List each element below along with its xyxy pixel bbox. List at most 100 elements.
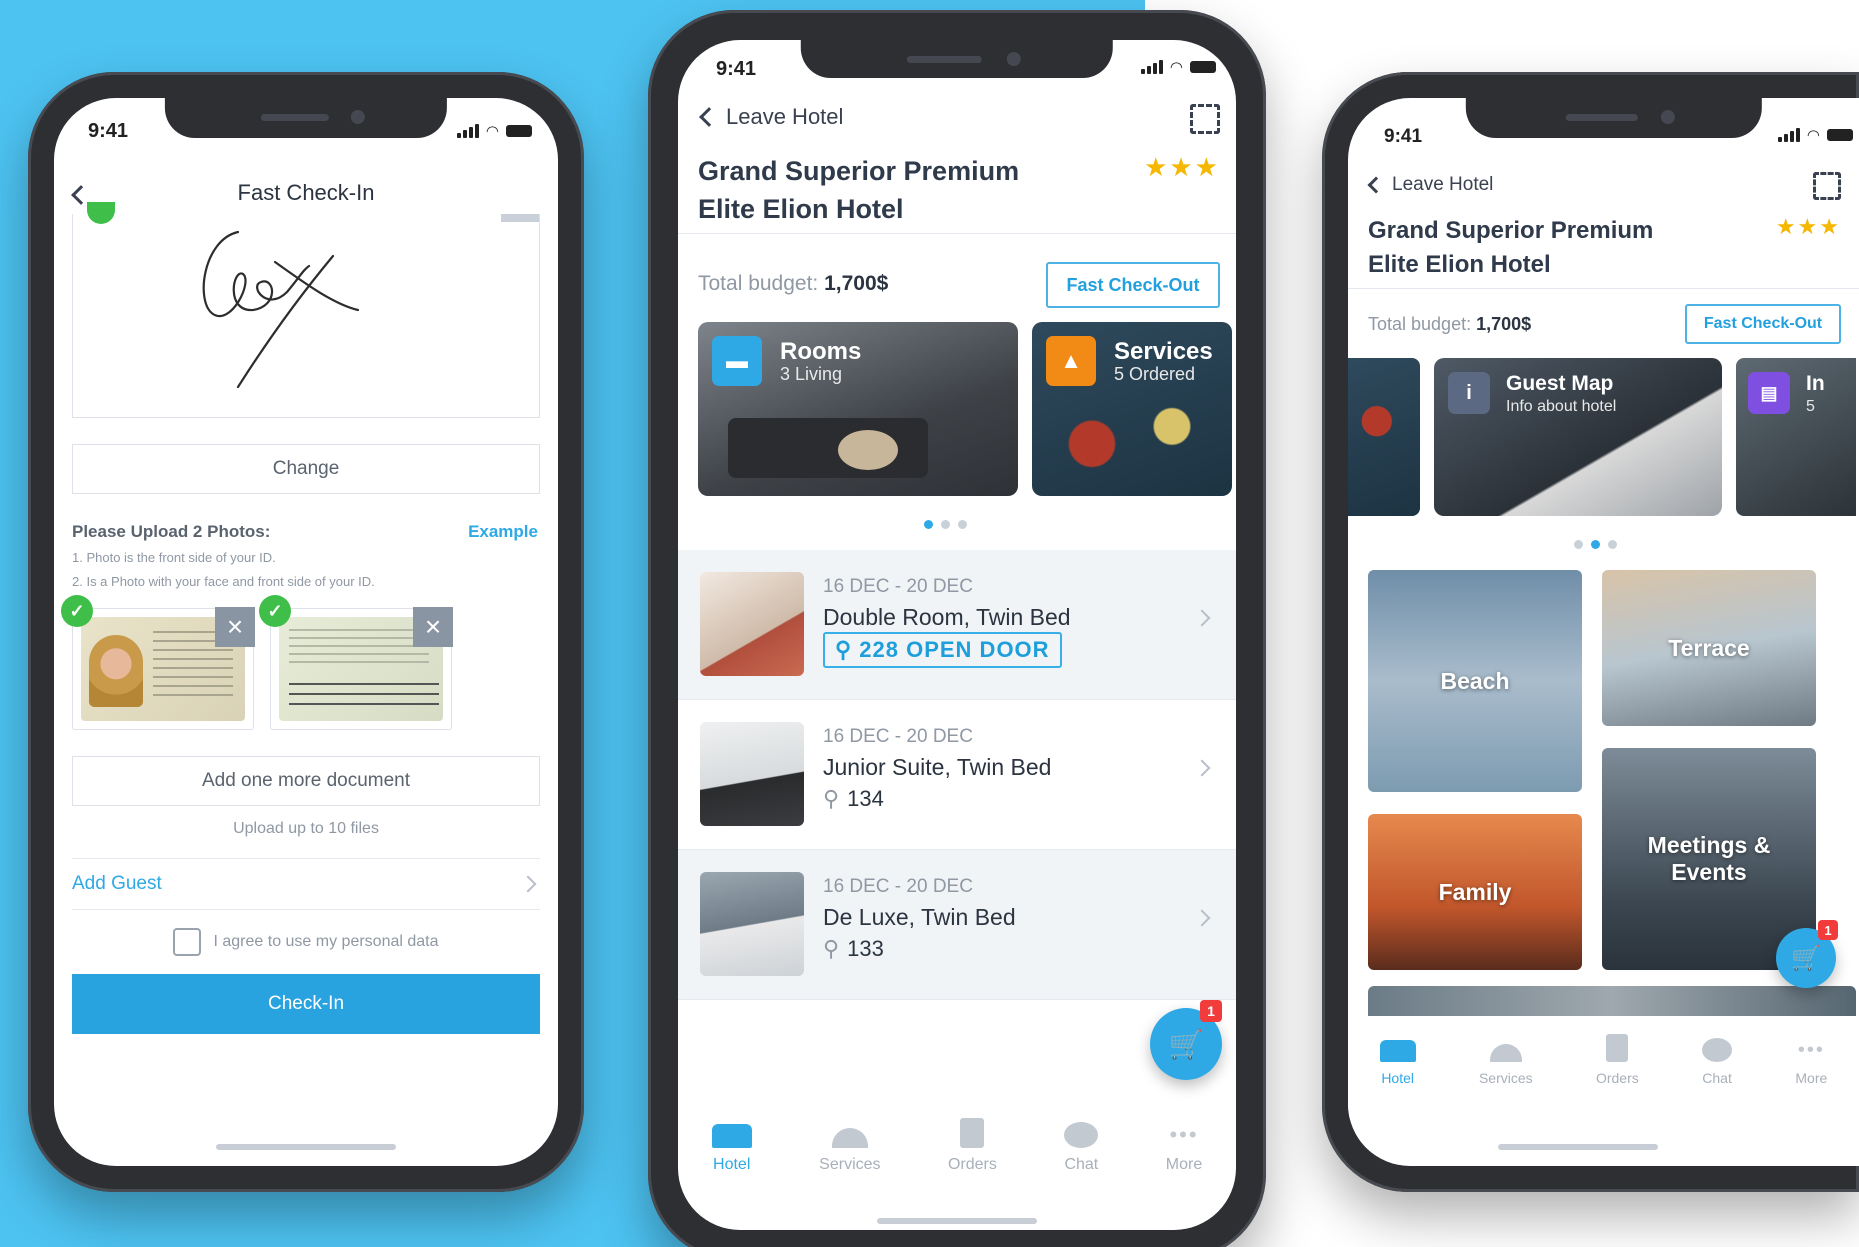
chevron-right-icon [1193,609,1211,627]
screen-fast-checkin: 9:41 ◠ Fast Check-In Change Please Uploa… [54,98,558,1166]
booking-room: De Luxe, Twin Bed [823,904,1016,930]
wifi-icon: ◠ [1169,59,1183,76]
screen-hotel: 9:41 ◠ Leave Hotel Grand Superior Premiu… [678,40,1236,1230]
tab-orders[interactable]: Orders [1596,1028,1639,1120]
leave-hotel-button[interactable]: Leave Hotel [699,104,844,130]
tab-chat[interactable]: Chat [1064,1114,1099,1174]
info-icon: i [1448,372,1490,414]
carousel-dot[interactable] [924,520,933,529]
tab-services[interactable]: Services [1479,1028,1533,1120]
tab-hotel[interactable]: Hotel [711,1114,752,1174]
phone-center: 9:41 ◠ Leave Hotel Grand Superior Premiu… [648,10,1266,1247]
cart-button[interactable]: 🛒 1 [1776,920,1838,988]
tab-label: Services [819,1156,881,1173]
booking-item[interactable]: 16 DEC - 20 DEC De Luxe, Twin Bed ⚲ 133 [678,850,1236,1000]
services-title: Services [1114,338,1213,365]
room-number: 133 [847,936,884,961]
status-time: 9:41 [716,58,757,80]
instruction-2: 2. Is a Photo with your face and front s… [72,574,375,589]
tab-more[interactable]: ••• More [1166,1114,1202,1174]
cart-button[interactable]: 🛒 1 [1150,1000,1222,1080]
status-time: 9:41 [1384,126,1423,147]
open-door-label: OPEN DOOR [906,637,1050,662]
room-service-icon [1489,1028,1522,1062]
more-icon: ••• [1169,1122,1199,1147]
carousel-dot[interactable] [1608,540,1617,549]
room-thumbnail [700,722,804,826]
open-door-badge[interactable]: ⚲ 228 OPEN DOOR [823,632,1062,668]
remove-photo-back-button[interactable]: × [413,607,453,647]
instruction-1: 1. Photo is the front side of your ID. [72,550,276,565]
leave-hotel-label: Leave Hotel [726,104,844,129]
guest-map-card[interactable]: i Guest Map Info about hotel [1434,358,1722,516]
budget-divider [1348,288,1859,289]
scan-icon[interactable] [1813,172,1841,200]
carousel-dot[interactable] [1574,540,1583,549]
room-number: 228 [859,637,899,662]
hotel-stars: ★★★ [1144,152,1220,182]
hotel-stars: ★★★ [1775,214,1841,239]
example-link[interactable]: Example [468,522,538,542]
room-service-icon [831,1114,868,1148]
fast-checkout-button[interactable]: Fast Check-Out [1046,262,1220,308]
tab-label: Orders [1595,1070,1639,1086]
booking-dates: 16 DEC - 20 DEC [823,726,973,747]
signature-check-icon [87,202,115,224]
tab-label: More [1795,1070,1828,1086]
tab-services[interactable]: Services [819,1114,881,1174]
signature-box[interactable] [72,202,540,418]
battery-icon [506,125,532,137]
upload-limit-text: Upload up to 10 files [233,820,379,837]
hotel-name: Grand Superior Premium Elite Elion Hotel [1368,214,1653,282]
tab-label: Services [1478,1070,1533,1086]
id-photo-back[interactable]: × ✓ [259,595,453,730]
photo-back-check-icon: ✓ [259,595,291,627]
leave-hotel-button[interactable]: Leave Hotel [1367,174,1493,196]
tile-terrace[interactable]: Terrace [1602,570,1816,726]
tile-beach[interactable]: Beach [1368,570,1582,792]
scan-icon[interactable] [1190,104,1220,134]
wifi-icon: ◠ [485,123,499,140]
open-door-button[interactable]: ⚲ 228 OPEN DOOR [823,632,1062,668]
booking-room: Double Room, Twin Bed [823,604,1071,630]
carousel-dot[interactable] [941,520,950,529]
checkin-button[interactable]: Check-In [72,974,540,1034]
signal-icon [1140,60,1163,74]
tab-bar: Hotel Services Orders Chat ••• More [678,1114,1236,1174]
next-card-partial[interactable]: ▤ In 5 [1736,358,1856,516]
remove-photo-front-button[interactable]: × [215,607,255,647]
carousel-dot[interactable] [1591,540,1600,549]
tile-family[interactable]: Family [1368,814,1582,970]
bed-icon: ▬ [712,336,762,386]
home-indicator [877,1218,1037,1224]
document-icon: ▤ [1748,372,1790,414]
room-number: 134 [847,786,884,811]
tab-chat[interactable]: Chat [1702,1028,1733,1120]
status-time: 9:41 [88,120,129,142]
add-document-button[interactable]: Add one more document [72,756,540,806]
home-indicator [1497,1144,1658,1150]
photo-front-check-icon: ✓ [61,595,93,627]
fast-checkout-button[interactable]: Fast Check-Out [1685,304,1841,344]
prev-card-partial[interactable] [1348,358,1420,516]
tab-orders[interactable]: Orders [948,1114,997,1174]
booking-dates: 16 DEC - 20 DEC [823,876,973,897]
tab-more[interactable]: ••• More [1795,1028,1827,1120]
rooms-card[interactable]: ▬ Rooms 3 Living [698,322,1018,496]
bed-icon [1379,1028,1416,1062]
change-signature-button[interactable]: Change [72,444,540,494]
id-photo-front[interactable]: × ✓ [61,595,255,730]
phone-right: 9:41 ◠ Leave Hotel Grand Superior Premiu… [1322,72,1859,1192]
tile-meetings-label: Meetings & [1647,832,1771,858]
signature-close-handle[interactable] [501,214,539,222]
booking-item[interactable]: 16 DEC - 20 DEC Junior Suite, Twin Bed ⚲… [678,700,1236,850]
battery-icon [1190,61,1216,73]
agree-checkbox[interactable] [173,928,202,956]
tab-hotel[interactable]: Hotel [1379,1028,1416,1120]
notch [800,40,1114,78]
chevron-left-icon [1367,176,1385,194]
booking-item[interactable]: 16 DEC - 20 DEC Double Room, Twin Bed ⚲ … [678,550,1236,700]
carousel-dot[interactable] [958,520,967,529]
services-card[interactable]: ▲ Services 5 Ordered [1032,322,1232,496]
add-guest-row[interactable]: Add Guest [72,858,540,910]
